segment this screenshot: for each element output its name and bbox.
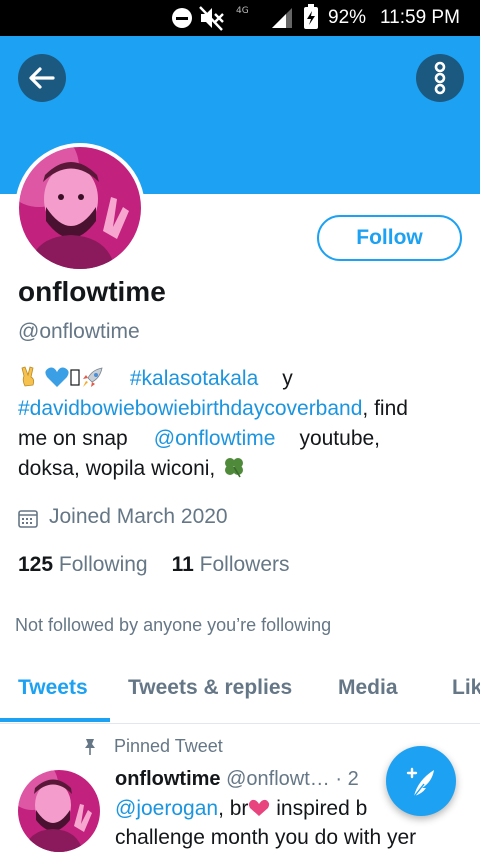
missing-glyph-icon (70, 369, 80, 386)
tweet-time: 2 (347, 768, 359, 790)
tweet-text-line-2: challenge month you do with yer (115, 826, 417, 849)
not-followed-notice: Not followed by anyone you’re following (15, 615, 332, 635)
bio-line-1: #kalasotakala y (18, 364, 468, 394)
victory-hand-icon (21, 366, 35, 387)
user-handle: @onflowtime (18, 320, 140, 343)
tweet-text-line-1: @joerogan, br inspired b (115, 797, 367, 821)
tab-tweets-replies[interactable]: Tweets & replies (128, 676, 292, 700)
tweet-text: , br (218, 797, 249, 820)
rocket-icon (83, 367, 103, 387)
profile-avatar[interactable] (19, 147, 141, 269)
follow-button[interactable]: Follow (317, 215, 462, 261)
pink-heart-icon (249, 799, 270, 816)
tweet-header: onflowtime @onflowt… · 2 (115, 768, 359, 791)
bio-line-4: doksa, wopila wiconi, (18, 454, 468, 484)
bio-line-3: me on snap @onflowtime youtube, (18, 424, 468, 454)
bio-mention[interactable]: @onflowtime (154, 427, 276, 450)
active-tab-indicator (0, 718, 110, 722)
joined-text: Joined March 2020 (49, 505, 228, 528)
following-label: Following (58, 553, 148, 576)
profile-bio: #kalasotakala y #davidbowiebowiebirthdayc… (18, 364, 468, 484)
tweet-text: inspired b (276, 797, 368, 820)
mute-icon (199, 6, 224, 31)
compose-tweet-button[interactable] (386, 746, 456, 816)
status-bar: 4G 92% 11:59 PM (0, 0, 480, 36)
profile-avatar-frame (15, 143, 145, 273)
following-link[interactable]: 125 Following (18, 553, 148, 577)
back-button[interactable] (18, 54, 66, 102)
pin-icon (85, 739, 95, 755)
tweet-avatar[interactable] (18, 770, 100, 852)
display-name: onflowtime (18, 276, 166, 307)
pinned-tweet-text: Pinned Tweet (114, 736, 223, 756)
tweet-mention[interactable]: @joerogan (115, 797, 218, 820)
bio-text: , find (362, 397, 408, 420)
arrow-left-icon (29, 67, 55, 89)
battery-charging-icon (304, 4, 318, 29)
bio-hashtag-davidbowie[interactable]: #davidbowiebowiebirthdaycoverband (18, 397, 362, 420)
bio-text: youtube, (299, 427, 381, 450)
followers-count: 11 (171, 553, 194, 576)
avatar-photo (18, 770, 100, 852)
signal-icon (272, 8, 292, 28)
calendar-icon (18, 510, 38, 528)
tweet-author-name[interactable]: onflowtime (115, 768, 221, 790)
tweet-separator: · (335, 768, 343, 790)
network-type: 4G (236, 6, 249, 16)
four-leaf-clover-icon (225, 458, 244, 478)
following-count: 125 (18, 553, 54, 576)
blue-heart-icon (45, 367, 69, 387)
bio-text: me on snap (18, 427, 128, 450)
tweet-author-handle: @onflowt… (226, 768, 330, 790)
followers-label: Followers (199, 553, 290, 576)
tab-media[interactable]: Media (338, 676, 398, 700)
do-not-disturb-icon (172, 8, 192, 28)
clock: 11:59 PM (380, 7, 460, 28)
more-options-button[interactable] (416, 54, 464, 102)
more-vertical-icon (434, 61, 446, 95)
bio-text: doksa, wopila wiconi, (18, 457, 216, 480)
bio-text: y (282, 367, 293, 390)
tab-tweets[interactable]: Tweets (18, 676, 88, 700)
followers-link[interactable]: 11 Followers (172, 553, 290, 577)
bio-line-2: #davidbowiebowiebirthdaycoverband, find (18, 394, 468, 424)
compose-feather-icon (406, 767, 434, 799)
battery-percent: 92% (328, 7, 367, 28)
avatar-photo (19, 147, 141, 269)
tab-likes[interactable]: Lik (452, 676, 480, 700)
follow-stats: 125 Following 11 Followers (18, 553, 290, 577)
bio-hashtag-kalasotakala[interactable]: #kalasotakala (130, 367, 258, 390)
profile-tabs: Tweets Tweets & replies Media Lik (0, 660, 480, 724)
